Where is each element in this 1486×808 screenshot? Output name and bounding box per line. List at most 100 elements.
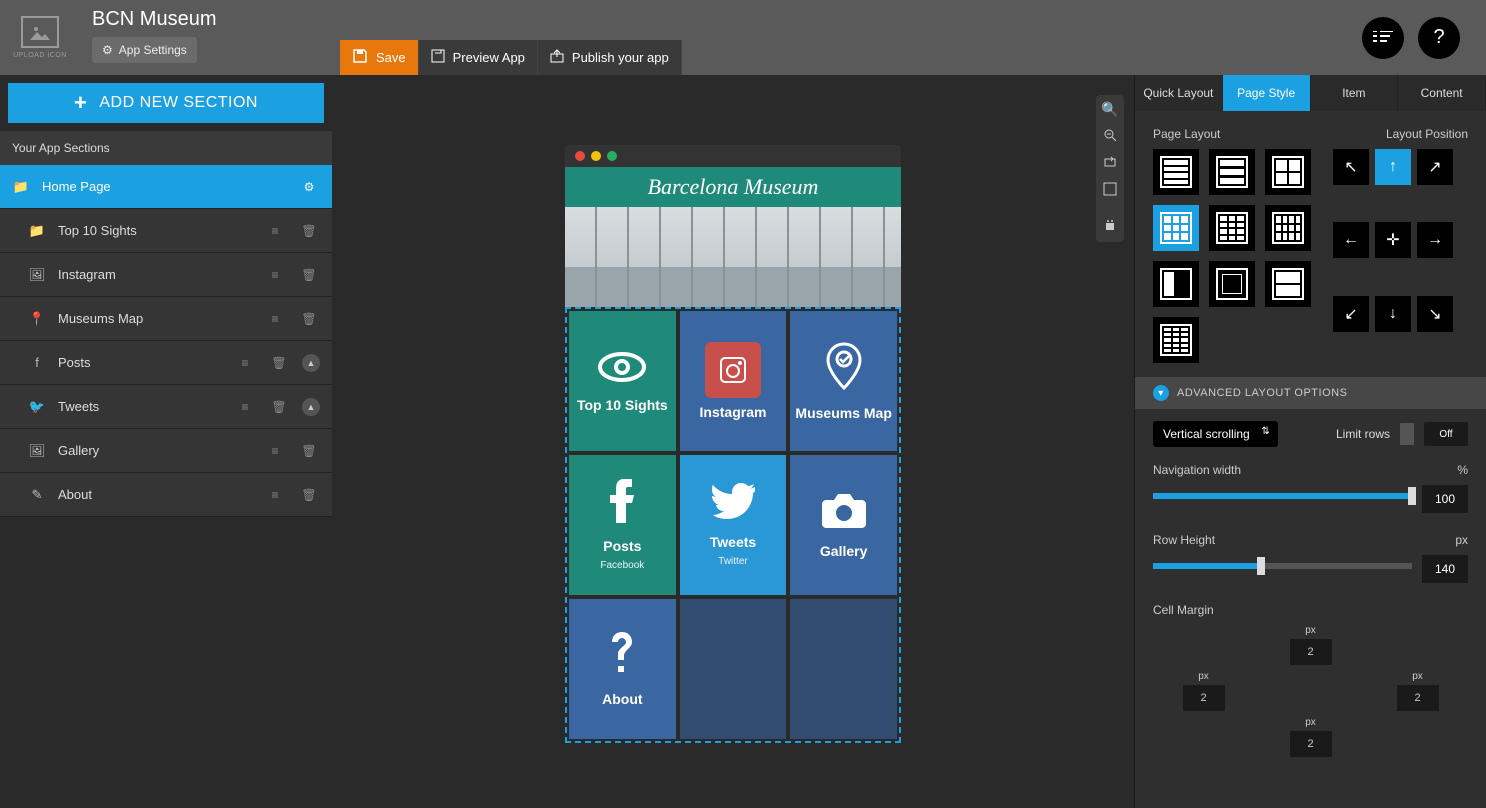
layout-option-9[interactable] (1153, 317, 1199, 363)
trash-icon[interactable]: 🗑 (268, 400, 290, 414)
add-section-button[interactable]: + ADD NEW SECTION (8, 83, 324, 123)
publish-button[interactable]: Publish your app (538, 40, 682, 75)
tile-about[interactable]: About (569, 599, 676, 739)
rotate-button[interactable] (1103, 155, 1117, 172)
trash-icon[interactable]: 🗑 (298, 268, 320, 282)
section-label: Museums Map (58, 311, 143, 326)
trash-icon[interactable]: 🗑 (298, 312, 320, 326)
nav-width-label: Navigation width (1153, 463, 1241, 477)
tile-tweets[interactable]: TweetsTwitter (680, 455, 787, 595)
position-option-6[interactable]: ↙ (1333, 296, 1369, 332)
position-option-3[interactable]: ← (1333, 222, 1369, 258)
tab-content[interactable]: Content (1398, 75, 1486, 111)
main-toolbar: Save Preview App Publish your app (340, 40, 682, 75)
section-item-gallery[interactable]: 🖼Gallery≡🗑 (0, 429, 332, 473)
drag-handle-icon[interactable]: ≡ (264, 224, 286, 238)
zoom-out-button[interactable] (1103, 128, 1117, 145)
section-item-tweets[interactable]: 🐦Tweets≡🗑▲ (0, 385, 332, 429)
section-item-instagram[interactable]: 🖼Instagram≡🗑 (0, 253, 332, 297)
nav-width-value[interactable]: 100 (1422, 485, 1468, 513)
right-tabs: Quick LayoutPage StyleItemContent (1135, 75, 1486, 111)
layout-option-6[interactable] (1153, 261, 1199, 307)
margin-top-input[interactable]: 2 (1290, 639, 1332, 665)
android-platform-button[interactable] (1104, 219, 1116, 236)
row-height-unit: px (1455, 533, 1468, 547)
sections-list: 📁Home Page⚙📁Top 10 Sights≡🗑🖼Instagram≡🗑📍… (0, 165, 332, 517)
trash-icon[interactable]: 🗑 (298, 488, 320, 502)
layout-option-4[interactable] (1209, 205, 1255, 251)
tab-page-style[interactable]: Page Style (1223, 75, 1311, 111)
layout-option-7[interactable] (1209, 261, 1255, 307)
layout-option-1[interactable] (1209, 149, 1255, 195)
section-item-top-10-sights[interactable]: 📁Top 10 Sights≡🗑 (0, 209, 332, 253)
tile-label: Top 10 Sights (577, 397, 668, 413)
tile-label: Gallery (820, 543, 867, 559)
preview-grid[interactable]: Top 10 Sights Instagram Museums Map PostsFa… (565, 307, 901, 743)
drag-handle-icon[interactable]: ≡ (234, 356, 256, 370)
section-item-museums-map[interactable]: 📍Museums Map≡🗑 (0, 297, 332, 341)
main-layout: + ADD NEW SECTION Your App Sections 📁Hom… (0, 75, 1486, 808)
preview-button[interactable]: Preview App (419, 40, 538, 75)
collapse-icon[interactable]: ▲ (302, 354, 320, 372)
position-option-0[interactable]: ↖ (1333, 149, 1369, 185)
trash-icon[interactable]: 🗑 (298, 444, 320, 458)
position-option-8[interactable]: ↘ (1417, 296, 1453, 332)
pin-icon (826, 342, 862, 399)
margin-left-input[interactable]: 2 (1183, 685, 1225, 711)
drag-handle-icon[interactable]: ≡ (264, 268, 286, 282)
position-option-2[interactable]: ↗ (1417, 149, 1453, 185)
position-option-5[interactable]: → (1417, 222, 1453, 258)
help-button[interactable]: ? (1418, 17, 1460, 59)
trash-icon[interactable]: 🗑 (268, 356, 290, 370)
margin-right-input[interactable]: 2 (1397, 685, 1439, 711)
zoom-in-button[interactable]: 🔍 (1101, 101, 1118, 118)
section-item-posts[interactable]: fPosts≡🗑▲ (0, 341, 332, 385)
tile-top-10-sights[interactable]: Top 10 Sights (569, 311, 676, 451)
tile-label: Museums Map (795, 405, 891, 421)
scroll-direction-select[interactable]: Vertical scrolling (1153, 421, 1278, 447)
section-item-about[interactable]: ✎About≡🗑 (0, 473, 332, 517)
tile-gallery[interactable]: Gallery (790, 455, 897, 595)
list-view-button[interactable] (1362, 17, 1404, 59)
tab-quick-layout[interactable]: Quick Layout (1135, 75, 1223, 111)
position-option-4[interactable]: ✛ (1375, 222, 1411, 258)
section-item-home-page[interactable]: 📁Home Page⚙ (0, 165, 332, 209)
drag-handle-icon[interactable]: ≡ (264, 488, 286, 502)
tile-instagram[interactable]: Instagram (680, 311, 787, 451)
section-icon: 🖼 (28, 267, 46, 283)
position-option-1[interactable]: ↑ (1375, 149, 1411, 185)
layout-option-5[interactable] (1265, 205, 1311, 251)
limit-rows-toggle[interactable] (1400, 423, 1414, 445)
tile-museums-map[interactable]: Museums Map (790, 311, 897, 451)
instagram-icon (705, 342, 761, 398)
collapse-icon[interactable]: ▲ (302, 398, 320, 416)
maximize-dot-icon (607, 151, 617, 161)
save-button[interactable]: Save (340, 40, 419, 75)
position-option-7[interactable]: ↓ (1375, 296, 1411, 332)
drag-handle-icon[interactable]: ≡ (264, 444, 286, 458)
tile-sublabel: Twitter (718, 556, 747, 567)
row-height-value[interactable]: 140 (1422, 555, 1468, 583)
layout-option-0[interactable] (1153, 149, 1199, 195)
trash-icon[interactable]: 🗑 (298, 224, 320, 238)
section-label: Gallery (58, 443, 99, 458)
layout-option-3[interactable] (1153, 205, 1199, 251)
row-height-slider[interactable] (1153, 563, 1412, 569)
drag-handle-icon[interactable]: ≡ (234, 400, 256, 414)
twitter-icon (711, 483, 755, 528)
advanced-options-header[interactable]: ▾ ADVANCED LAYOUT OPTIONS (1135, 377, 1486, 409)
tile-posts[interactable]: PostsFacebook (569, 455, 676, 595)
app-settings-button[interactable]: ⚙ App Settings (92, 37, 197, 63)
page-layout-options (1153, 149, 1311, 363)
tile-sublabel: Facebook (600, 560, 644, 571)
margin-bottom-input[interactable]: 2 (1290, 731, 1332, 757)
upload-icon-slot[interactable]: UPLOAD ICON (0, 0, 80, 75)
tab-item[interactable]: Item (1311, 75, 1399, 111)
nav-width-slider[interactable] (1153, 493, 1412, 499)
layout-option-2[interactable] (1265, 149, 1311, 195)
drag-handle-icon[interactable]: ≡ (264, 312, 286, 326)
layout-option-8[interactable] (1265, 261, 1311, 307)
gear-icon: ⚙ (102, 43, 113, 57)
fullscreen-button[interactable] (1103, 182, 1117, 199)
gear-icon[interactable]: ⚙ (298, 180, 320, 194)
